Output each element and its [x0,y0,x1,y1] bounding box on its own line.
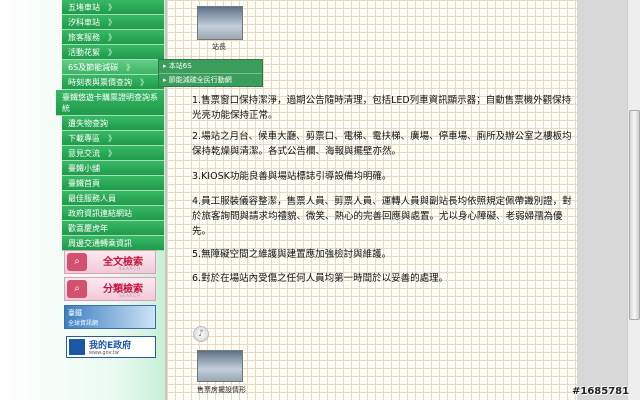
tra-banner-subtitle: 全球資訊網 [68,320,99,327]
sidebar-item-easycard[interactable]: 臺鐵悠遊卡購票證明查詢系統 [56,90,164,116]
sidebar-item-wudu[interactable]: 五堵車站》 [62,0,164,15]
sidebar-item-gov-links[interactable]: 政府資訊連結網站 [62,206,164,221]
egov-banner-url: www.gov.tw [89,350,119,356]
stationmaster-caption: 站長 [212,43,226,51]
chevron-icon: 》 [108,134,116,143]
sidebar-item-6s[interactable]: 6S及節能減碳》 [62,60,164,75]
rule-3: 3.KIOSK功能良善與場站標誌引導設備均明確。 [192,171,392,182]
sidebar-item-label: 旅客服務 [68,33,100,42]
tra-banner-title: 臺鐵 [68,309,82,317]
rule-4: 4.員工服裝儀容整潔，售票人員、剪票人員、運轉人員與副站長均依照規定佩帶識別證，… [192,196,572,237]
audio-play-icon[interactable]: ♪ [193,326,209,342]
sidebar-item-label: 汐科車站 [68,18,100,27]
sidebar: 五堵車站》 汐科車站》 旅客服務》 活動花絮》 6S及節能減碳》 時刻表與票價查… [0,0,165,400]
sidebar-item-tiger-year[interactable]: 歡喜慶虎年 [62,221,164,236]
submenu-item-station-6s[interactable]: ▸ 本站6S [159,60,262,73]
sidebar-item-feedback[interactable]: 意見交流》 [62,146,164,161]
rule-5: 5.無障礙空間之維護與建置應加強檢討與維護。 [192,249,392,260]
sidebar-item-label: 意見交流 [68,149,100,158]
sidebar-item-label: 時刻表與票價查詢 [68,78,132,87]
ticket-office-caption: 售票房擺設情形 [197,386,246,394]
chevron-icon: 》 [108,18,116,27]
chevron-icon: 》 [108,33,116,42]
stationmaster-photo [197,6,243,40]
sidebar-item-label: 活動花絮 [68,48,100,57]
submenu-item-energy-saving[interactable]: ▸ 節能減碳全民行動網 [159,73,262,86]
sidebar-item-label: 臺鐵小舖 [68,164,100,173]
submenu-6s: ▸ 本站6S ▸ 節能減碳全民行動網 [158,59,263,87]
ticket-office-photo [197,350,243,382]
sidebar-item-label: 臺鐵悠遊卡購票證明查詢系統 [62,93,158,113]
category-search-button[interactable]: ⌕ 分類檢索 SEARCH [64,277,156,301]
scrollbar-thumb[interactable] [629,110,640,320]
magnifier-icon: ⌕ [67,253,87,271]
sidebar-item-timetable[interactable]: 時刻表與票價查詢》 [62,75,164,90]
sidebar-item-download[interactable]: 下載專區》 [62,131,164,146]
sidebar-item-xike[interactable]: 汐科車站》 [62,15,164,30]
rule-2: 2.場站之月台、候車大廳、剪票口、電梯、電扶梯、廣場、停車場、廁所及辦公室之樓板… [192,131,572,157]
sidebar-item-label: 臺鐵首頁 [68,179,100,188]
sidebar-item-tra-home[interactable]: 臺鐵首頁 [62,176,164,191]
sidebar-item-label: 下載專區 [68,134,100,143]
rule-1: 1.售票窗口保持潔淨，過期公告隨時清理，包括LED列車資訊顯示器；自動售票機外觀… [192,95,572,121]
sidebar-item-label: 歡喜慶虎年 [68,224,108,233]
magnifier-icon: ⌕ [67,280,87,298]
egov-banner[interactable]: 我的E政府 www.gov.tw [66,336,156,358]
sidebar-item-lost-found[interactable]: 遺失物查詢 [62,116,164,131]
sidebar-item-label: 政府資訊連結網站 [68,209,132,218]
chevron-icon: 》 [126,63,135,72]
chevron-icon: 》 [108,149,116,158]
sidebar-item-label: 遺失物查詢 [68,119,108,128]
sidebar-item-service[interactable]: 旅客服務》 [62,30,164,45]
sidebar-item-transfer-info[interactable]: 周邊交通轉乘資訊 [62,236,164,251]
sidebar-item-best-staff[interactable]: 最佳服務人員 [62,191,164,206]
chevron-icon: 》 [108,3,116,12]
sidebar-item-label: 周邊交通轉乘資訊 [68,239,132,248]
rule-6: 6.對於在場站內受傷之任何人員均第一時間於以妥善的處理。 [192,273,449,284]
sidebar-item-label: 五堵車站 [68,3,100,12]
chevron-icon: 》 [140,78,148,87]
category-search-sub: SEARCH [119,293,142,298]
egov-logo-icon [69,339,85,355]
fulltext-search-sub: SEARCH [119,266,142,271]
sidebar-item-label: 6S及節能減碳 [68,63,119,72]
vertical-scrollbar[interactable] [627,0,640,400]
image-id-watermark: #1685781 [572,386,630,397]
fulltext-search-button[interactable]: ⌕ 全文檢索 SEARCH [64,250,156,274]
tra-portal-banner[interactable]: 臺鐵 全球資訊網 [64,305,156,329]
sidebar-item-events[interactable]: 活動花絮》 [62,45,164,60]
chevron-icon: 》 [108,48,116,57]
sidebar-item-label: 最佳服務人員 [68,194,116,203]
sidebar-item-shop[interactable]: 臺鐵小舖 [62,161,164,176]
